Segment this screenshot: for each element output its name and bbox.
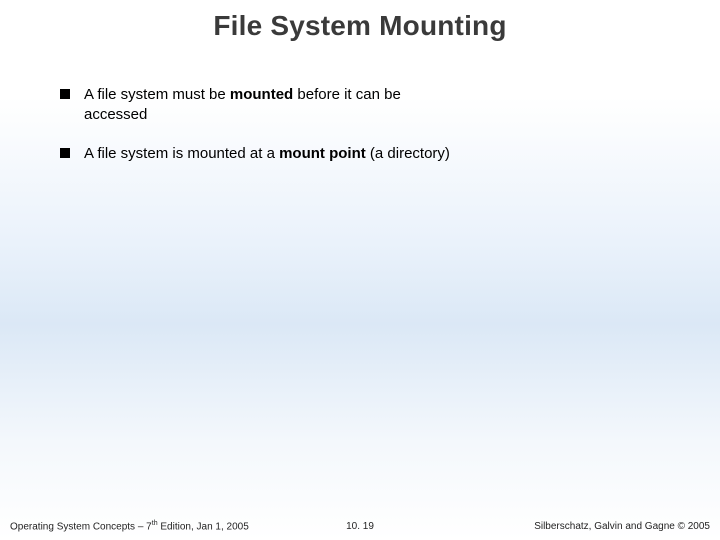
bullet-item: A file system is mounted at a mount poin… (60, 144, 660, 164)
footer-left-pre: Operating System Concepts – 7 (10, 521, 152, 532)
slide: File System Mounting A file system must … (0, 0, 720, 540)
bullet-text-post: (a directory) (366, 145, 450, 162)
square-bullet-icon (60, 148, 70, 158)
square-bullet-icon (60, 89, 70, 99)
footer-right: Silberschatz, Galvin and Gagne © 2005 (534, 521, 710, 532)
bullet-text: A file system must be mounted before it … (84, 85, 464, 126)
bullet-text-bold: mounted (230, 86, 293, 103)
footer-center: 10. 19 (346, 521, 374, 532)
bullet-text-pre: A file system must be (84, 86, 230, 103)
bullet-text: A file system is mounted at a mount poin… (84, 144, 450, 164)
slide-body: A file system must be mounted before it … (60, 85, 660, 182)
bullet-text-bold: mount point (279, 145, 366, 162)
footer-left: Operating System Concepts – 7th Edition,… (10, 520, 249, 532)
slide-title: File System Mounting (0, 10, 720, 42)
bullet-item: A file system must be mounted before it … (60, 85, 660, 126)
footer-left-post: Edition, Jan 1, 2005 (158, 521, 249, 532)
bullet-text-pre: A file system is mounted at a (84, 145, 279, 162)
